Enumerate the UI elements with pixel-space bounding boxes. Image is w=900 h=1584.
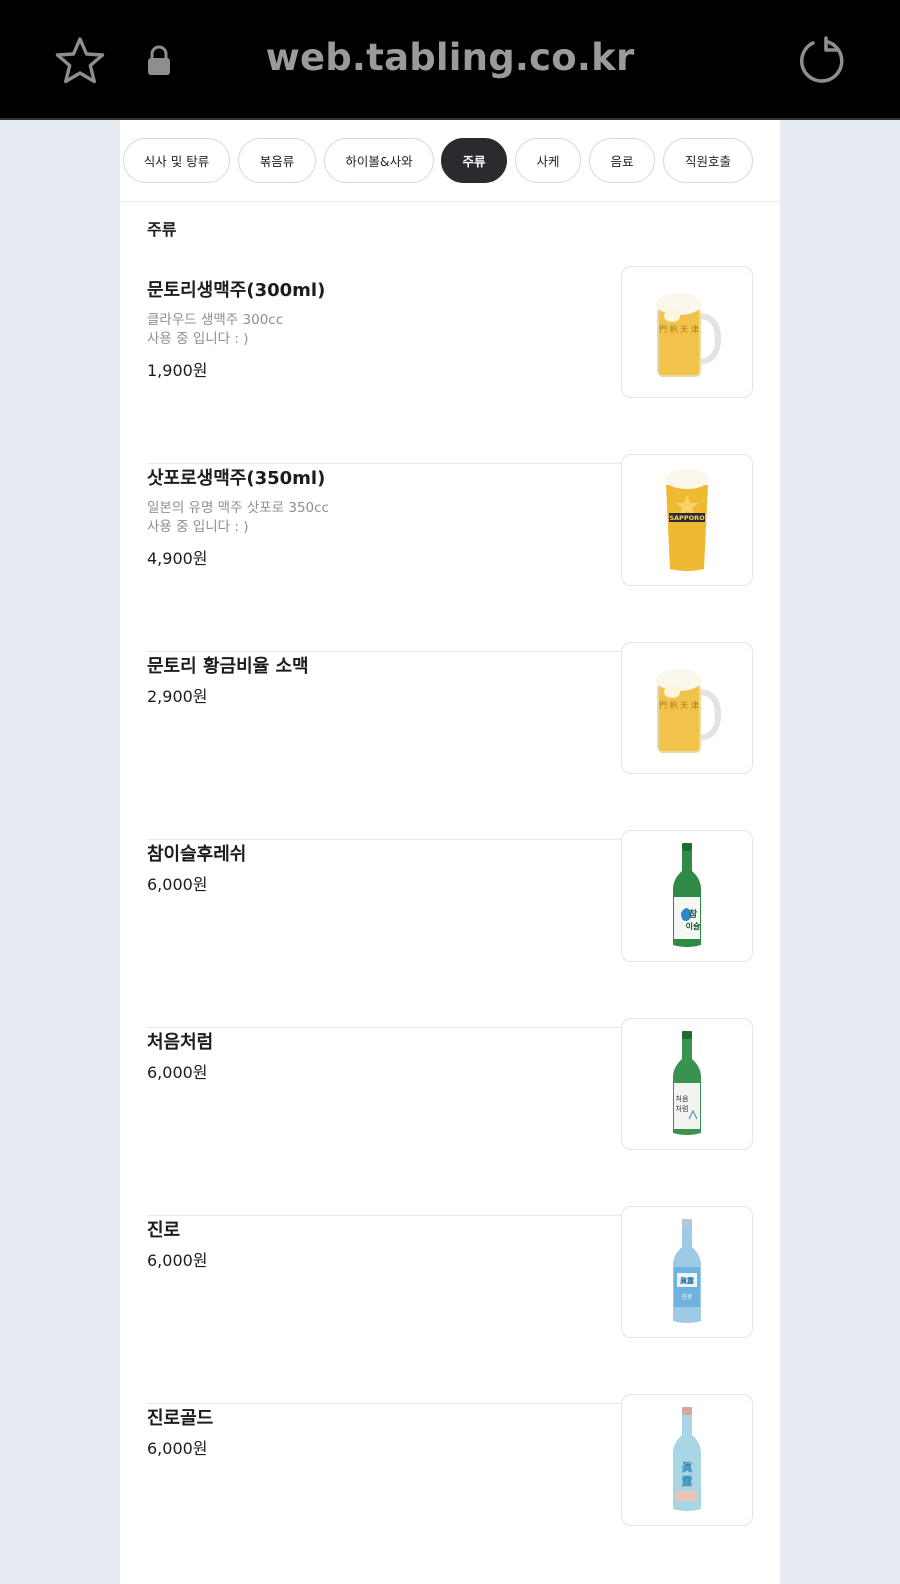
tab-meals-and-stews[interactable]: 식사 및 탕류 — [123, 138, 230, 183]
item-name: 처음처럼 — [147, 1032, 214, 1053]
item-name: 진로골드 — [147, 1408, 214, 1429]
item-name: 진로 — [147, 1220, 181, 1241]
svg-text:처음: 처음 — [676, 1094, 689, 1103]
tab-drinks[interactable]: 음료 — [589, 138, 655, 183]
svg-text:SAPPORO: SAPPORO — [669, 514, 705, 522]
blue-soju-bottle-icon: 眞 露 — [673, 1407, 701, 1511]
menu-item[interactable]: 삿포로생맥주(350ml) 일본의 유명 맥주 삿포로 350cc 사용 중 입… — [147, 454, 753, 652]
item-price: 6,000원 — [147, 875, 208, 894]
reload-icon[interactable] — [796, 34, 846, 86]
svg-text:眞露: 眞露 — [680, 1276, 695, 1285]
tab-sake[interactable]: 사케 — [515, 138, 581, 183]
blue-soju-bottle-icon: 眞露 진로 — [673, 1219, 701, 1323]
menu-item[interactable]: 처음처럼 6,000원 처음 처럼 — [147, 1018, 753, 1216]
item-name: 문토리 황금비율 소맥 — [147, 656, 309, 677]
svg-text:門 帆 天 津: 門 帆 天 津 — [659, 700, 699, 710]
svg-text:이슬: 이슬 — [686, 921, 701, 931]
tab-highball-sour[interactable]: 하이볼&사와 — [324, 138, 434, 183]
category-tab-bar: 식사 및 탕류 볶음류 하이볼&사와 주류 사케 음료 직원호출 — [120, 120, 780, 202]
item-thumbnail[interactable]: 眞 露 — [621, 1394, 753, 1526]
item-price: 6,000원 — [147, 1439, 208, 1458]
menu-page: 식사 및 탕류 볶음류 하이볼&사와 주류 사케 음료 직원호출 주류 문토리생… — [120, 120, 780, 1584]
item-price: 1,900원 — [147, 361, 208, 380]
item-name: 문토리생맥주(300ml) — [147, 280, 326, 301]
item-thumbnail[interactable]: 門 帆 天 津 — [621, 266, 753, 398]
item-thumbnail[interactable]: 참 이슬 — [621, 830, 753, 962]
menu-item[interactable]: 문토리 황금비율 소맥 2,900원 門 帆 天 津 — [147, 642, 753, 840]
address-bar-url[interactable]: web.tabling.co.kr — [0, 36, 900, 79]
svg-text:처럼: 처럼 — [676, 1104, 689, 1113]
svg-text:露: 露 — [682, 1475, 694, 1488]
browser-toolbar: web.tabling.co.kr — [0, 0, 900, 118]
green-soju-bottle-icon: 처음 처럼 — [673, 1031, 701, 1135]
menu-item[interactable]: 문토리생맥주(300ml) 클라우드 생맥주 300cc 사용 중 입니다 : … — [147, 266, 753, 464]
item-thumbnail[interactable]: 門 帆 天 津 — [621, 642, 753, 774]
svg-text:門 帆 天 津: 門 帆 天 津 — [659, 324, 699, 334]
item-price: 4,900원 — [147, 549, 208, 568]
item-price: 6,000원 — [147, 1063, 208, 1082]
menu-item[interactable]: 진로 6,000원 眞露 진로 — [147, 1206, 753, 1404]
item-thumbnail[interactable]: 眞露 진로 — [621, 1206, 753, 1338]
item-description: 클라우드 생맥주 300cc 사용 중 입니다 : ) — [147, 312, 284, 347]
menu-item[interactable]: 진로골드 6,000원 眞 露 — [147, 1394, 753, 1584]
item-thumbnail[interactable]: SAPPORO — [621, 454, 753, 586]
beer-mug-icon: 門 帆 天 津 — [656, 669, 722, 753]
item-name: 참이슬후레쉬 — [147, 844, 247, 865]
tab-liquor[interactable]: 주류 — [441, 138, 507, 183]
menu-item[interactable]: 참이슬후레쉬 6,000원 참 이슬 — [147, 830, 753, 1028]
beer-mug-icon: 門 帆 天 津 — [656, 293, 722, 377]
tab-call-staff[interactable]: 직원호출 — [663, 138, 753, 183]
item-price: 6,000원 — [147, 1251, 208, 1270]
svg-text:진로: 진로 — [681, 1293, 693, 1301]
item-price: 2,900원 — [147, 687, 208, 706]
svg-text:참: 참 — [689, 908, 698, 920]
item-description: 일본의 유명 맥주 삿포로 350cc 사용 중 입니다 : ) — [147, 500, 329, 535]
svg-text:眞: 眞 — [682, 1460, 693, 1474]
section-title: 주류 — [147, 220, 177, 239]
green-soju-bottle-icon: 참 이슬 — [673, 843, 701, 947]
item-name: 삿포로생맥주(350ml) — [147, 468, 326, 489]
sapporo-glass-icon: SAPPORO — [665, 469, 709, 571]
item-thumbnail[interactable]: 처음 처럼 — [621, 1018, 753, 1150]
tab-stir-fry[interactable]: 볶음류 — [238, 138, 316, 183]
